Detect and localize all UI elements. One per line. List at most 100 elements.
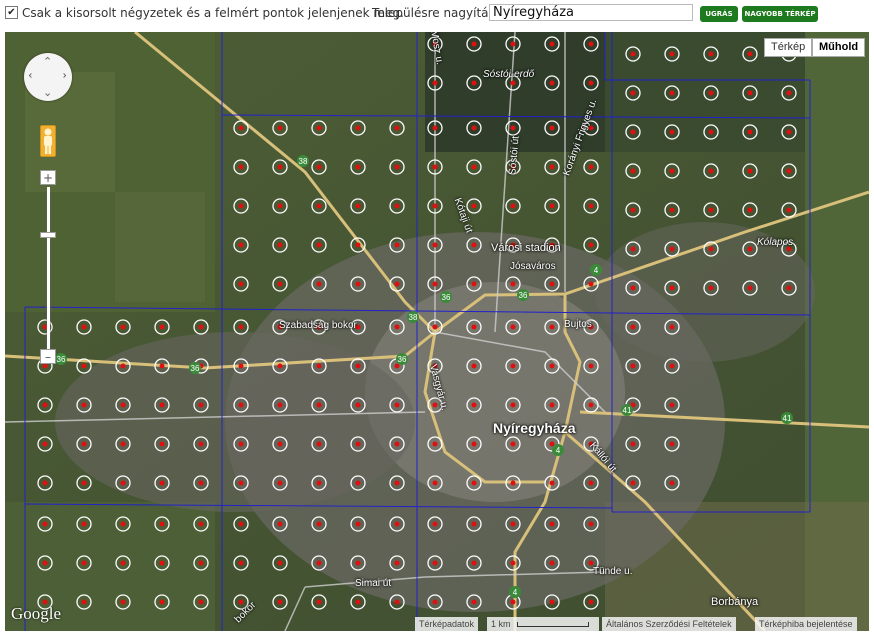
sample-point-marker[interactable]	[747, 129, 753, 135]
sample-point-marker[interactable]	[708, 246, 714, 252]
sample-point-marker[interactable]	[159, 402, 165, 408]
sample-point-marker[interactable]	[588, 480, 594, 486]
sample-point-marker[interactable]	[708, 129, 714, 135]
sample-point-marker[interactable]	[471, 80, 477, 86]
bigger-map-button[interactable]: NAGYOBB TÉRKÉP	[742, 6, 818, 22]
sample-point-marker[interactable]	[198, 441, 204, 447]
sample-point-marker[interactable]	[394, 242, 400, 248]
sample-point-marker[interactable]	[588, 521, 594, 527]
sample-point-marker[interactable]	[432, 560, 438, 566]
sample-point-marker[interactable]	[747, 246, 753, 252]
pan-up-icon[interactable]: ⌃	[43, 55, 52, 68]
sample-point-marker[interactable]	[81, 324, 87, 330]
sample-point-marker[interactable]	[510, 203, 516, 209]
sample-point-marker[interactable]	[81, 599, 87, 605]
sample-point-marker[interactable]	[669, 480, 675, 486]
sample-point-marker[interactable]	[277, 402, 283, 408]
sample-point-marker[interactable]	[81, 363, 87, 369]
sample-point-marker[interactable]	[394, 324, 400, 330]
sample-point-marker[interactable]	[669, 441, 675, 447]
sample-point-marker[interactable]	[394, 521, 400, 527]
sample-point-marker[interactable]	[432, 203, 438, 209]
sample-point-marker[interactable]	[471, 441, 477, 447]
sample-point-marker[interactable]	[471, 281, 477, 287]
sample-point-marker[interactable]	[630, 168, 636, 174]
terms-link[interactable]: Általános Szerződési Feltételek	[602, 617, 736, 631]
sample-point-marker[interactable]	[120, 521, 126, 527]
sample-point-marker[interactable]	[316, 599, 322, 605]
sample-point-marker[interactable]	[432, 480, 438, 486]
sample-point-marker[interactable]	[238, 402, 244, 408]
sample-point-marker[interactable]	[277, 441, 283, 447]
sample-point-marker[interactable]	[588, 80, 594, 86]
sample-point-marker[interactable]	[42, 441, 48, 447]
sample-point-marker[interactable]	[471, 324, 477, 330]
sample-point-marker[interactable]	[510, 402, 516, 408]
sample-point-marker[interactable]	[549, 480, 555, 486]
sample-point-marker[interactable]	[471, 521, 477, 527]
zoom-in-button[interactable]: +	[40, 170, 56, 185]
sample-point-marker[interactable]	[471, 402, 477, 408]
sample-point-marker[interactable]	[630, 246, 636, 252]
sample-point-marker[interactable]	[277, 125, 283, 131]
sample-point-marker[interactable]	[432, 242, 438, 248]
sample-point-marker[interactable]	[630, 285, 636, 291]
sample-point-marker[interactable]	[355, 203, 361, 209]
sample-point-marker[interactable]	[510, 521, 516, 527]
sample-point-marker[interactable]	[238, 281, 244, 287]
sample-point-marker[interactable]	[355, 480, 361, 486]
sample-point-marker[interactable]	[786, 168, 792, 174]
sample-point-marker[interactable]	[355, 363, 361, 369]
sample-point-marker[interactable]	[669, 129, 675, 135]
sample-point-marker[interactable]	[159, 560, 165, 566]
sample-point-marker[interactable]	[394, 599, 400, 605]
sample-point-marker[interactable]	[549, 560, 555, 566]
sample-point-marker[interactable]	[277, 281, 283, 287]
sample-point-marker[interactable]	[42, 521, 48, 527]
sample-point-marker[interactable]	[510, 324, 516, 330]
sample-point-marker[interactable]	[549, 281, 555, 287]
sample-point-marker[interactable]	[669, 285, 675, 291]
sample-point-marker[interactable]	[432, 125, 438, 131]
sample-point-marker[interactable]	[471, 363, 477, 369]
sample-point-marker[interactable]	[471, 41, 477, 47]
sample-point-marker[interactable]	[510, 363, 516, 369]
sample-point-marker[interactable]	[316, 363, 322, 369]
sample-point-marker[interactable]	[630, 324, 636, 330]
sample-point-marker[interactable]	[786, 129, 792, 135]
sample-point-marker[interactable]	[786, 90, 792, 96]
sample-point-marker[interactable]	[747, 168, 753, 174]
sample-point-marker[interactable]	[432, 324, 438, 330]
sample-point-marker[interactable]	[549, 363, 555, 369]
sample-point-marker[interactable]	[277, 164, 283, 170]
sample-point-marker[interactable]	[708, 51, 714, 57]
sample-point-marker[interactable]	[708, 285, 714, 291]
sample-point-marker[interactable]	[394, 164, 400, 170]
sample-point-marker[interactable]	[238, 521, 244, 527]
sample-point-marker[interactable]	[588, 242, 594, 248]
zoom-out-button[interactable]: –	[40, 349, 56, 364]
sample-point-marker[interactable]	[355, 281, 361, 287]
sample-point-marker[interactable]	[277, 242, 283, 248]
sample-point-marker[interactable]	[394, 560, 400, 566]
sample-point-marker[interactable]	[316, 203, 322, 209]
sample-point-marker[interactable]	[238, 599, 244, 605]
sample-point-marker[interactable]	[316, 480, 322, 486]
sample-point-marker[interactable]	[588, 203, 594, 209]
sample-point-marker[interactable]	[432, 521, 438, 527]
sample-point-marker[interactable]	[747, 90, 753, 96]
sample-point-marker[interactable]	[549, 324, 555, 330]
sample-point-marker[interactable]	[159, 363, 165, 369]
sample-point-marker[interactable]	[238, 242, 244, 248]
pan-left-icon[interactable]: ⌃	[27, 71, 40, 80]
sample-point-marker[interactable]	[394, 203, 400, 209]
sample-point-marker[interactable]	[588, 41, 594, 47]
sample-point-marker[interactable]	[81, 441, 87, 447]
sample-point-marker[interactable]	[42, 402, 48, 408]
sample-point-marker[interactable]	[42, 560, 48, 566]
sample-point-marker[interactable]	[198, 324, 204, 330]
sample-point-marker[interactable]	[471, 164, 477, 170]
sample-point-marker[interactable]	[355, 402, 361, 408]
sample-point-marker[interactable]	[747, 51, 753, 57]
settlement-input[interactable]	[489, 4, 693, 21]
